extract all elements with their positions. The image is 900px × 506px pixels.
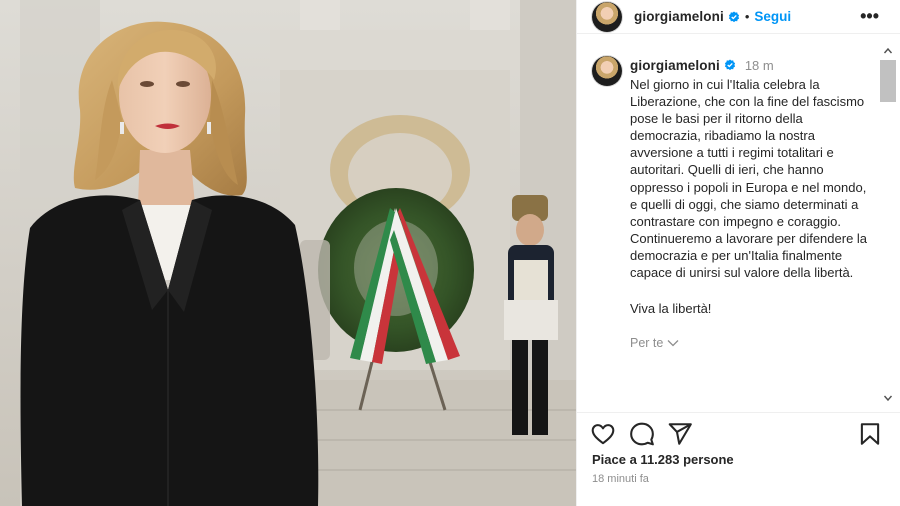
post-photo <box>0 0 576 506</box>
caption-text: Nel giorno in cui l'Italia celebra la Li… <box>630 77 868 281</box>
post-actions <box>577 412 900 452</box>
more-options-icon[interactable]: ••• <box>860 7 879 25</box>
verified-badge-icon <box>724 59 736 71</box>
paper-plane-icon[interactable] <box>667 421 693 447</box>
posted-time[interactable]: 18 minuti fa <box>592 473 649 485</box>
caption-avatar[interactable] <box>592 56 622 86</box>
for-you-link[interactable]: Per te <box>630 336 877 350</box>
scroll-up-arrow-icon[interactable] <box>883 46 893 56</box>
comment-icon[interactable] <box>629 421 655 447</box>
caption-comment: giorgiameloni 18 m Nel giorno in cui l'I… <box>592 54 877 350</box>
caption-scrollbar[interactable] <box>879 42 897 404</box>
scroll-thumb[interactable] <box>880 60 896 102</box>
caption-username[interactable]: giorgiameloni <box>630 58 720 73</box>
caption-time[interactable]: 18 m <box>745 58 774 73</box>
chevron-down-icon <box>667 336 679 350</box>
heart-icon[interactable] <box>590 421 616 447</box>
caption-closing: Viva la libertà! <box>630 301 712 317</box>
author-avatar[interactable] <box>592 1 622 32</box>
caption-body: giorgiameloni 18 m Nel giorno in cui l'I… <box>630 54 877 351</box>
for-you-label: Per te <box>630 336 664 351</box>
follow-button[interactable]: Segui <box>754 9 791 24</box>
post-image-illustration <box>0 0 576 506</box>
scroll-down-arrow-icon[interactable] <box>883 393 893 403</box>
bookmark-icon[interactable] <box>857 421 883 447</box>
author-username[interactable]: giorgiameloni <box>634 9 724 24</box>
verified-badge-icon <box>728 11 740 23</box>
post-side-panel: giorgiameloni • Segui ••• giorgiameloni <box>576 0 900 506</box>
post-header: giorgiameloni • Segui ••• <box>577 0 900 34</box>
likes-count[interactable]: Piace a 11.283 persone <box>592 452 734 467</box>
header-separator: • <box>744 9 750 24</box>
caption-area: giorgiameloni 18 m Nel giorno in cui l'I… <box>577 34 887 412</box>
caption-header: giorgiameloni 18 m <box>630 56 877 74</box>
